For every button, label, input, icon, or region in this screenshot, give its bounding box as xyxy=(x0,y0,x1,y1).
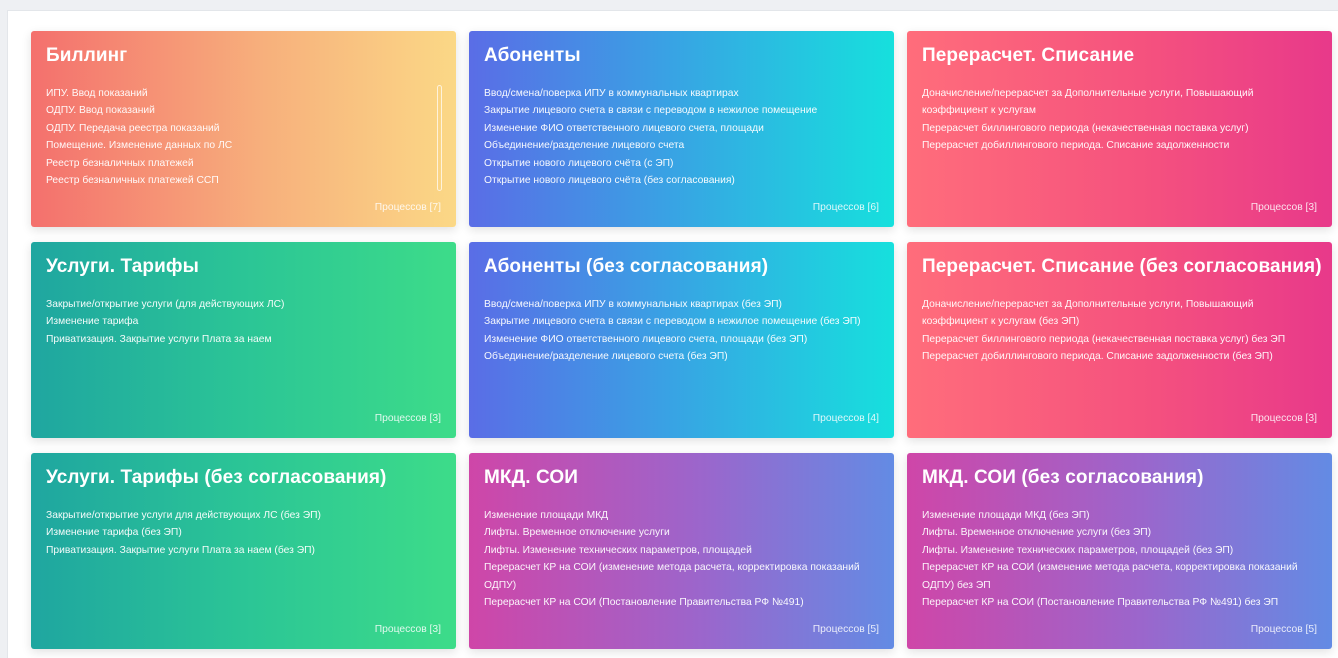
process-link[interactable]: Перерасчет биллингового периода (некачес… xyxy=(922,120,1318,137)
process-count[interactable]: Процессов [3] xyxy=(375,413,441,424)
process-link[interactable]: Приватизация. Закрытие услуги Плата за н… xyxy=(46,331,442,348)
process-link[interactable]: ОДПУ. Ввод показаний xyxy=(46,102,442,119)
category-card-services-tariffs[interactable]: Услуги. Тарифы Закрытие/открытие услуги … xyxy=(31,242,456,438)
process-count[interactable]: Процессов [4] xyxy=(813,413,879,424)
category-card-mkd-soi-no-approval[interactable]: МКД. СОИ (без согласования) Изменение пл… xyxy=(907,453,1332,649)
process-link[interactable]: Ввод/смена/поверка ИПУ в коммунальных кв… xyxy=(484,296,880,313)
card-title: Биллинг xyxy=(46,45,128,66)
category-card-subscribers[interactable]: Абоненты Ввод/смена/поверка ИПУ в коммун… xyxy=(469,31,894,227)
process-count[interactable]: Процессов [5] xyxy=(1251,624,1317,635)
process-link[interactable]: Перерасчет КР на СОИ (изменение метода р… xyxy=(484,559,880,594)
process-list: Доначисление/перерасчет за Дополнительны… xyxy=(922,85,1318,155)
scrollbar[interactable] xyxy=(437,85,442,191)
process-link[interactable]: Перерасчет КР на СОИ (Постановление Прав… xyxy=(484,594,880,611)
process-link[interactable]: Закрытие/открытие услуги (для действующи… xyxy=(46,296,442,313)
process-link[interactable]: Лифты. Временное отключение услуги xyxy=(484,524,880,541)
category-card-billing[interactable]: Биллинг ИПУ. Ввод показаний ОДПУ. Ввод п… xyxy=(31,31,456,227)
process-link[interactable]: Ввод/смена/поверка ИПУ в коммунальных кв… xyxy=(484,85,880,102)
card-title: Перерасчет. Списание (без согласования) xyxy=(922,256,1322,277)
process-count[interactable]: Процессов [7] xyxy=(375,202,441,213)
process-link[interactable]: Реестр безналичных платежей ССП xyxy=(46,172,442,189)
process-link[interactable]: ИПУ. Ввод показаний xyxy=(46,85,442,102)
process-link[interactable]: Открытие нового лицевого счёта (без согл… xyxy=(484,172,880,189)
process-category-grid: Биллинг ИПУ. Ввод показаний ОДПУ. Ввод п… xyxy=(31,31,1338,649)
process-link[interactable]: Объединение/разделение лицевого счета (б… xyxy=(484,348,880,365)
process-count[interactable]: Процессов [3] xyxy=(1251,413,1317,424)
card-title: Услуги. Тарифы (без согласования) xyxy=(46,467,387,488)
process-link[interactable]: Лифты. Изменение технических параметров,… xyxy=(922,542,1318,559)
process-link[interactable]: Лифты. Изменение технических параметров,… xyxy=(484,542,880,559)
card-title: МКД. СОИ (без согласования) xyxy=(922,467,1204,488)
process-link[interactable]: Помещение. Изменение данных по ЛС xyxy=(46,137,442,154)
process-count[interactable]: Процессов [3] xyxy=(1251,202,1317,213)
process-link[interactable]: Реестр безналичных платежей xyxy=(46,155,442,172)
process-list: Закрытие/открытие услуги (для действующи… xyxy=(46,296,442,348)
process-list: Изменение площади МКД (без ЭП) Лифты. Вр… xyxy=(922,507,1318,611)
process-link[interactable]: Изменение тарифа xyxy=(46,313,442,330)
process-link[interactable]: Перерасчет КР на СОИ (Постановление Прав… xyxy=(922,594,1318,611)
card-title: Абоненты (без согласования) xyxy=(484,256,769,277)
process-count[interactable]: Процессов [6] xyxy=(813,202,879,213)
card-title: Услуги. Тарифы xyxy=(46,256,199,277)
category-card-recalculation[interactable]: Перерасчет. Списание Доначисление/перера… xyxy=(907,31,1332,227)
category-card-subscribers-no-approval[interactable]: Абоненты (без согласования) Ввод/смена/п… xyxy=(469,242,894,438)
process-link[interactable]: Изменение ФИО ответственного лицевого сч… xyxy=(484,120,880,137)
process-link[interactable]: Доначисление/перерасчет за Дополнительны… xyxy=(922,296,1318,331)
card-title: МКД. СОИ xyxy=(484,467,579,488)
card-title: Перерасчет. Списание xyxy=(922,45,1135,66)
process-link[interactable]: Доначисление/перерасчет за Дополнительны… xyxy=(922,85,1318,120)
process-count[interactable]: Процессов [5] xyxy=(813,624,879,635)
category-card-services-tariffs-no-approval[interactable]: Услуги. Тарифы (без согласования) Закрыт… xyxy=(31,453,456,649)
process-link[interactable]: Изменение тарифа (без ЭП) xyxy=(46,524,442,541)
process-link[interactable]: Перерасчет добиллингового периода. Списа… xyxy=(922,348,1318,365)
category-card-mkd-soi[interactable]: МКД. СОИ Изменение площади МКД Лифты. Вр… xyxy=(469,453,894,649)
process-list: Доначисление/перерасчет за Дополнительны… xyxy=(922,296,1318,366)
process-list: Закрытие/открытие услуги для действующих… xyxy=(46,507,442,559)
process-link[interactable]: Лифты. Временное отключение услуги (без … xyxy=(922,524,1318,541)
process-link[interactable]: ОДПУ. Передача реестра показаний xyxy=(46,120,442,137)
process-link[interactable]: Закрытие/открытие услуги для действующих… xyxy=(46,507,442,524)
process-link[interactable]: Приватизация. Закрытие услуги Плата за н… xyxy=(46,542,442,559)
category-card-recalculation-no-approval[interactable]: Перерасчет. Списание (без согласования) … xyxy=(907,242,1332,438)
process-link[interactable]: Изменение площади МКД (без ЭП) xyxy=(922,507,1318,524)
process-list: ИПУ. Ввод показаний ОДПУ. Ввод показаний… xyxy=(46,85,442,189)
process-link[interactable]: Перерасчет добиллингового периода. Списа… xyxy=(922,137,1318,154)
process-list: Изменение площади МКД Лифты. Временное о… xyxy=(484,507,880,611)
process-link[interactable]: Открытие нового лицевого счёта (с ЭП) xyxy=(484,155,880,172)
process-count[interactable]: Процессов [3] xyxy=(375,624,441,635)
process-list: Ввод/смена/поверка ИПУ в коммунальных кв… xyxy=(484,296,880,366)
card-title: Абоненты xyxy=(484,45,581,66)
process-link[interactable]: Изменение площади МКД xyxy=(484,507,880,524)
process-link[interactable]: Перерасчет КР на СОИ (изменение метода р… xyxy=(922,559,1318,594)
process-link[interactable]: Закрытие лицевого счета в связи с перево… xyxy=(484,313,880,330)
process-list: Ввод/смена/поверка ИПУ в коммунальных кв… xyxy=(484,85,880,189)
process-link[interactable]: Перерасчет биллингового периода (некачес… xyxy=(922,331,1318,348)
process-link[interactable]: Закрытие лицевого счета в связи с перево… xyxy=(484,102,880,119)
process-link[interactable]: Изменение ФИО ответственного лицевого сч… xyxy=(484,331,880,348)
content-panel: Биллинг ИПУ. Ввод показаний ОДПУ. Ввод п… xyxy=(7,10,1338,658)
process-link[interactable]: Объединение/разделение лицевого счета xyxy=(484,137,880,154)
